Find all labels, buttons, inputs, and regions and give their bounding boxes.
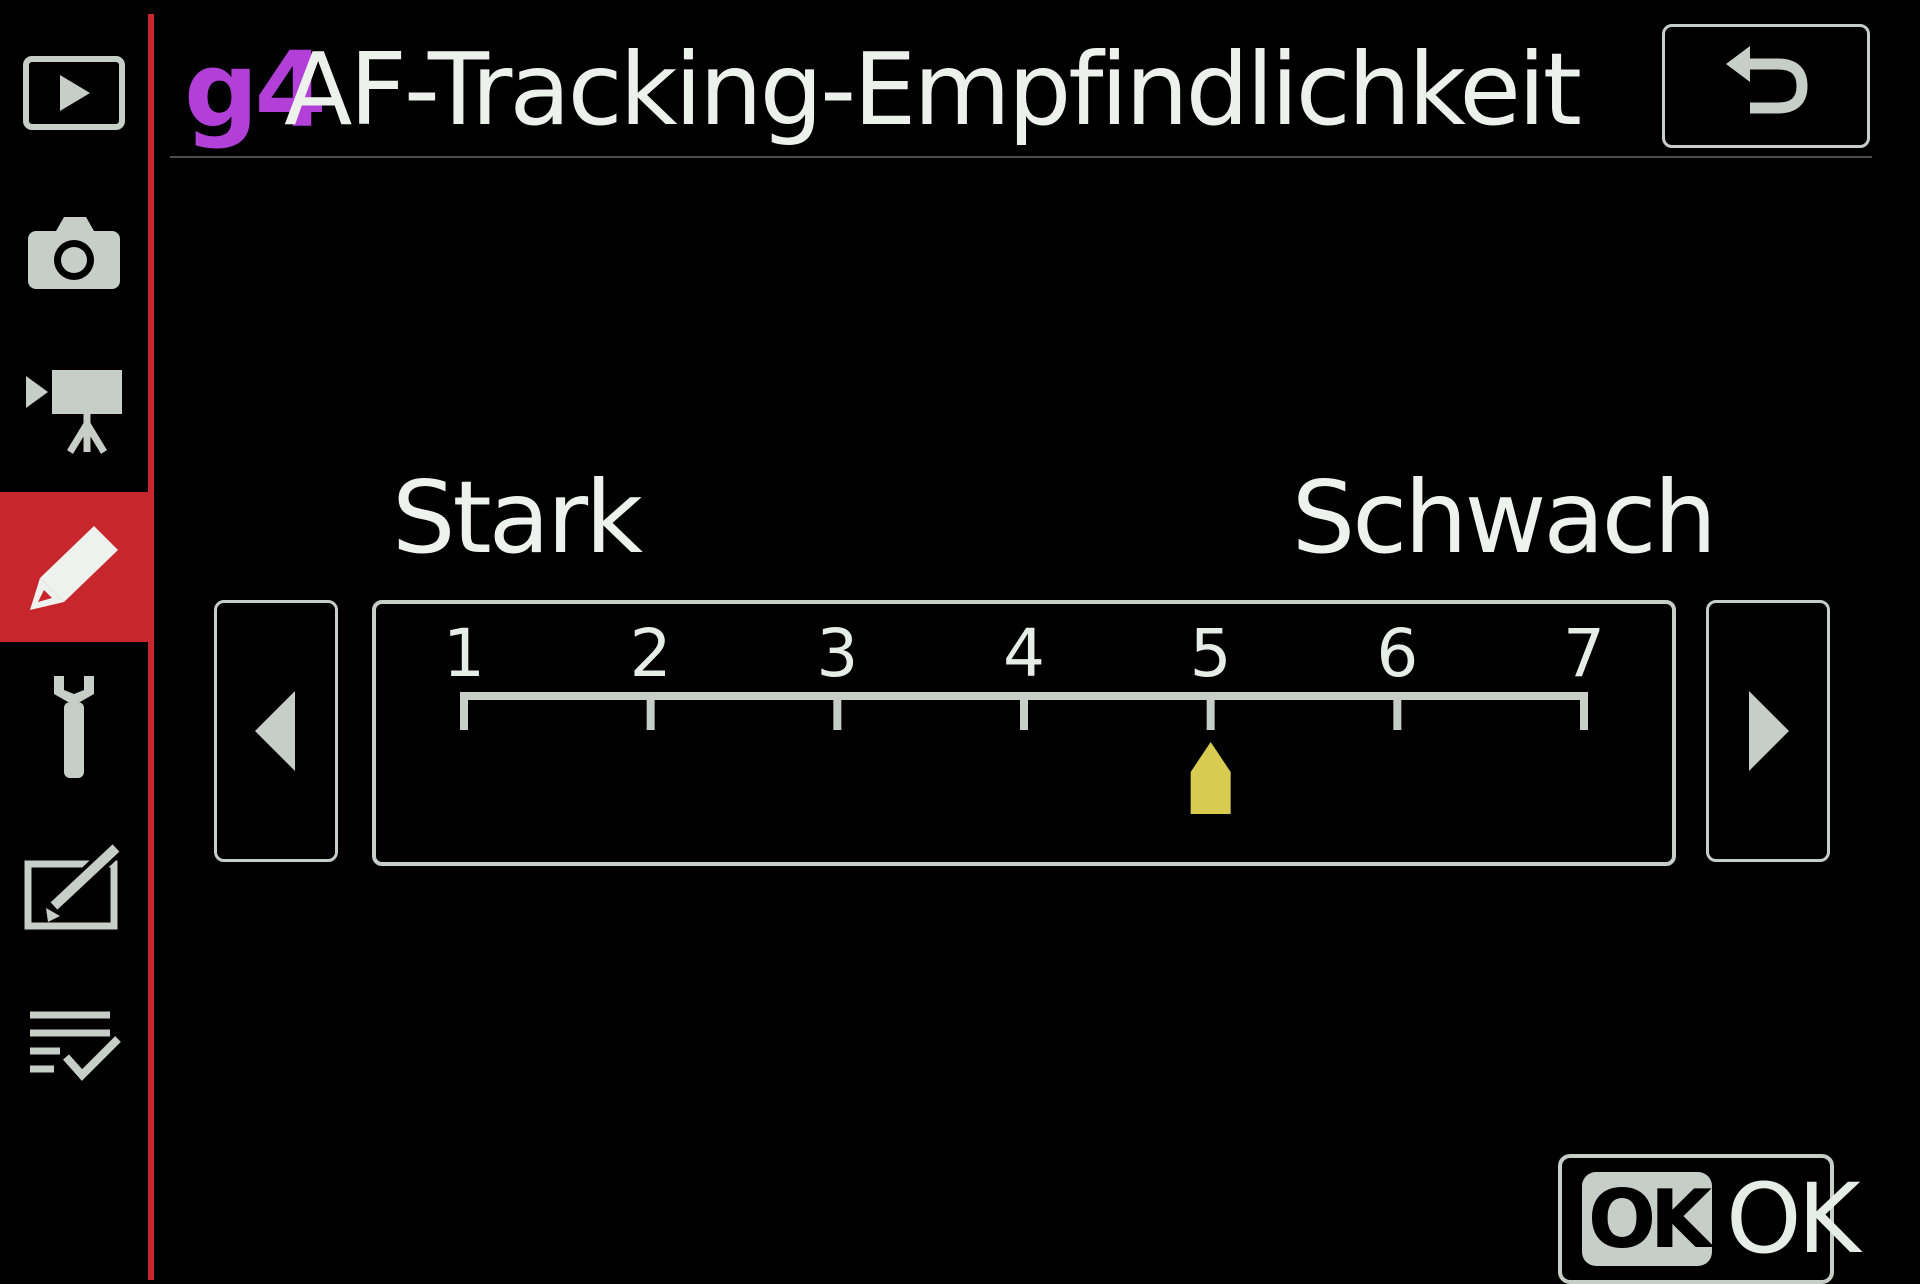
tab-custom-settings[interactable]	[0, 492, 148, 642]
ok-label: OK	[1726, 1163, 1861, 1275]
selected-value-marker	[1190, 742, 1231, 814]
menu-sidebar	[0, 0, 154, 1280]
camera-icon	[28, 217, 120, 289]
scale-tick-label: 5	[1190, 615, 1232, 692]
back-button[interactable]	[1662, 24, 1870, 148]
sensitivity-slider[interactable]: 1 2 3 4 5 6 7	[372, 600, 1676, 866]
tab-setup[interactable]	[0, 652, 148, 802]
scale-tick-label: 6	[1376, 615, 1418, 692]
sidebar-divider	[148, 14, 154, 1280]
tab-retouch[interactable]	[0, 812, 148, 962]
tab-my-menu[interactable]	[0, 968, 148, 1118]
weak-label: Schwach	[1291, 459, 1717, 576]
sensitivity-scale: 1 2 3 4 5 6 7	[443, 615, 1605, 814]
ok-button[interactable]: OK OK	[1558, 1154, 1861, 1284]
my-menu-icon	[30, 1011, 121, 1081]
tab-movie-shooting[interactable]	[0, 336, 148, 486]
wrench-icon	[54, 676, 94, 778]
movie-camera-icon	[26, 370, 122, 454]
tab-photo-shooting[interactable]	[0, 178, 148, 328]
pencil-icon	[30, 526, 118, 610]
arrow-left-icon	[255, 691, 295, 771]
decrease-button[interactable]	[214, 600, 338, 862]
return-icon	[1726, 46, 1808, 114]
page-title: AF-Tracking-Empfindlichkeit	[284, 31, 1582, 148]
retouch-icon	[24, 842, 123, 930]
tab-playback[interactable]	[0, 18, 148, 168]
ok-key-icon: OK	[1582, 1172, 1712, 1266]
scale-tick-label: 7	[1563, 615, 1605, 692]
scale-tick-label: 3	[816, 615, 858, 692]
arrow-right-icon	[1749, 691, 1789, 771]
increase-button[interactable]	[1706, 600, 1830, 862]
scale-tick-label: 4	[1003, 615, 1045, 692]
strong-label: Stark	[392, 459, 643, 576]
playback-icon	[23, 56, 125, 130]
scale-tick-label: 1	[443, 615, 485, 692]
header-divider	[170, 156, 1872, 158]
scale-tick-label: 2	[630, 615, 672, 692]
